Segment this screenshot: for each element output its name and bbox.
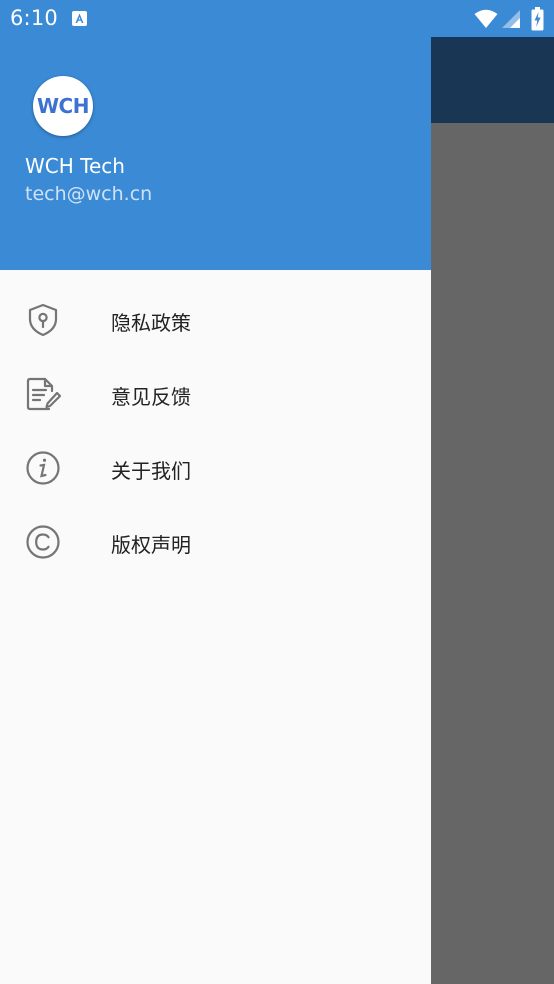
menu-item-label: 隐私政策 <box>111 311 191 335</box>
user-email: tech@wch.cn <box>25 183 153 205</box>
navigation-drawer: WCH WCH Tech tech@wch.cn 隐私政策 意见反馈 关于我们 … <box>0 0 431 984</box>
info-icon <box>24 449 62 487</box>
menu-item-label: 意见反馈 <box>111 385 191 409</box>
menu-item-copyright[interactable]: 版权声明 <box>0 505 431 579</box>
battery-charging-icon <box>531 7 544 35</box>
shield-keyhole-icon <box>24 301 62 339</box>
menu-item-privacy-policy[interactable]: 隐私政策 <box>0 283 431 357</box>
user-name: WCH Tech <box>25 154 125 178</box>
drawer-menu: 隐私政策 意见反馈 关于我们 版权声明 <box>0 283 431 579</box>
copyright-icon <box>24 523 62 561</box>
signal-icon <box>501 9 521 33</box>
status-bar: 6:10 <box>0 0 554 37</box>
avatar[interactable]: WCH <box>33 76 93 136</box>
screen: 6:10 WCH WCH Tech tech@wch.cn 隐私政策 意见反馈 … <box>0 0 554 984</box>
avatar-logo-text: WCH <box>37 94 89 118</box>
a-notification-icon <box>72 11 87 26</box>
menu-item-feedback[interactable]: 意见反馈 <box>0 357 431 431</box>
menu-item-about-us[interactable]: 关于我们 <box>0 431 431 505</box>
feedback-document-edit-icon <box>24 375 62 413</box>
menu-item-label: 关于我们 <box>111 459 191 483</box>
menu-item-label: 版权声明 <box>111 533 191 557</box>
wifi-icon <box>474 9 498 33</box>
status-time: 6:10 <box>10 6 58 30</box>
